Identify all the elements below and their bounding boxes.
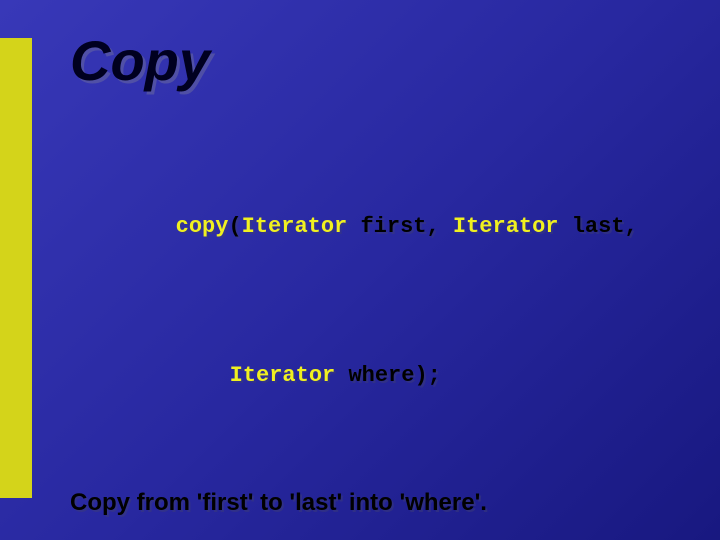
type-iterator: Iterator [453,214,559,239]
sig-text: first, [347,214,453,239]
function-description: Copy from 'first' to 'last' into 'where'… [70,487,680,519]
type-iterator: Iterator [230,363,336,388]
sig-paren: ( [228,214,241,239]
type-iterator: Iterator [242,214,348,239]
sig-line-2: Iterator where); [70,331,680,420]
sig-line-1: copy(Iterator first, Iterator last, [70,182,680,271]
slide-title: Copy [70,28,680,93]
slide: Copy copy(Iterator first, Iterator last,… [0,0,720,540]
slide-content: copy(Iterator first, Iterator last, Iter… [70,123,680,540]
accent-bar [0,38,32,498]
fn-name: copy [176,214,229,239]
function-signature: copy(Iterator first, Iterator last, Iter… [70,123,680,479]
sig-text: where); [335,363,441,388]
sig-text: last, [559,214,638,239]
